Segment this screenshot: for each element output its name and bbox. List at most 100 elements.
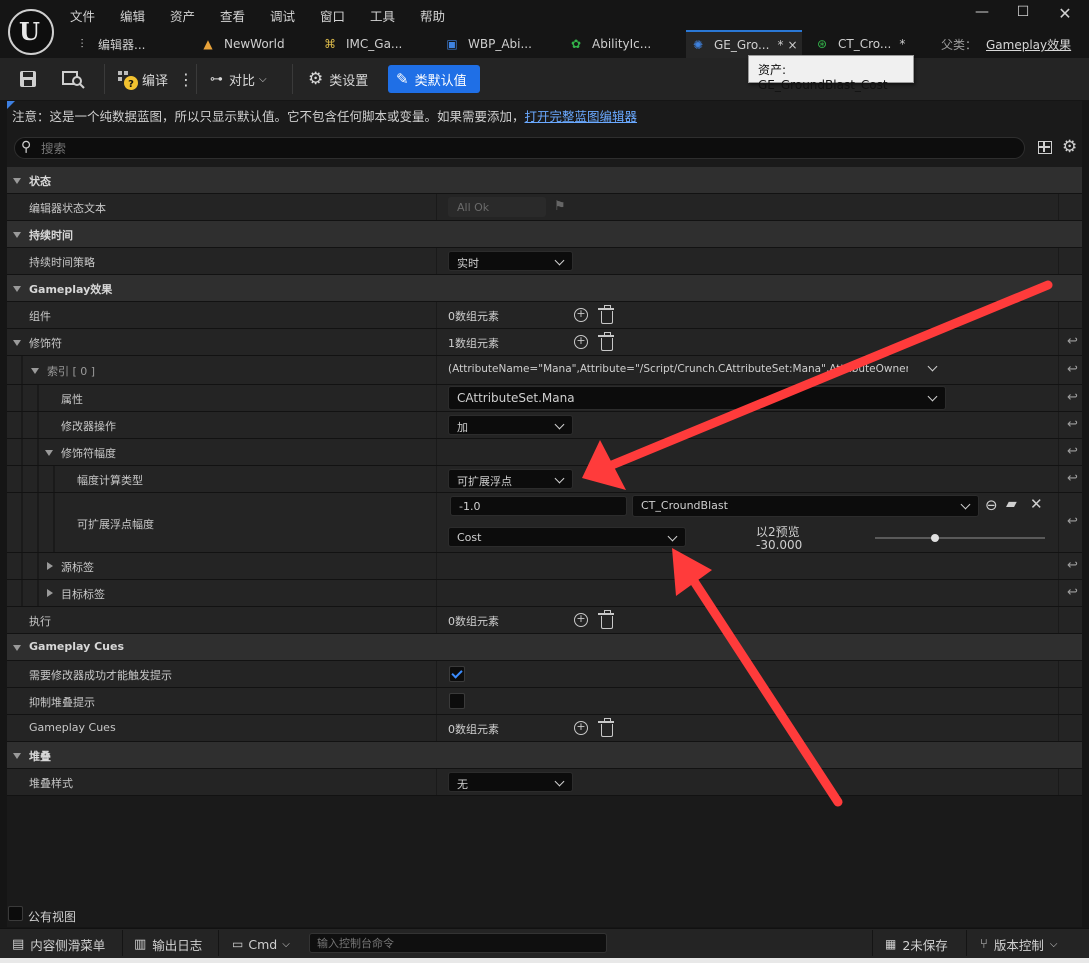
reset-to-default-icon[interactable]: ↩ <box>1067 585 1078 600</box>
class-settings-button[interactable]: ⚙ 类设置 <box>308 66 368 92</box>
curve-table-select[interactable]: CT_CroundBlast <box>632 495 979 517</box>
menu-view[interactable]: 查看 <box>220 6 245 25</box>
minimize-icon[interactable]: — <box>969 4 995 24</box>
table-view-icon[interactable] <box>1038 141 1052 154</box>
suppress-stacking-cues-checkbox[interactable] <box>449 693 465 709</box>
preview-slider-handle[interactable] <box>930 534 939 542</box>
chevron-down-icon[interactable] <box>927 361 938 372</box>
diff-button[interactable]: ⊶ 对比 ⌵ <box>210 66 267 92</box>
compile-options-icon[interactable]: ⋮ <box>178 66 194 92</box>
add-element-icon[interactable]: + <box>574 721 588 735</box>
content-drawer-button[interactable]: ▤ 内容侧滑菜单 <box>12 935 105 953</box>
reset-to-default-icon[interactable]: ↩ <box>1067 471 1078 486</box>
modifier-op-select[interactable]: 加 <box>448 415 573 435</box>
compile-button[interactable]: ? 编译 <box>116 66 168 92</box>
trash-icon[interactable] <box>598 610 614 629</box>
menu-file[interactable]: 文件 <box>70 6 95 25</box>
curve-table-icon: ⊛ <box>816 37 828 51</box>
maximize-icon[interactable]: ☐ <box>1010 4 1036 24</box>
tab-newworld[interactable]: ▲ NewWorld <box>196 30 312 58</box>
duration-policy-select[interactable]: 实时 <box>448 251 573 271</box>
stacking-type-select[interactable]: 无 <box>448 772 573 792</box>
collapse-arrow-icon[interactable] <box>13 178 21 184</box>
reset-to-default-icon[interactable]: ↩ <box>1067 417 1078 432</box>
trash-icon[interactable] <box>598 718 614 737</box>
prop-index-0: 索引 [ 0 ] (AttributeName="Mana",Attribute… <box>7 356 1082 385</box>
reset-to-default-icon[interactable]: ↩ <box>1067 558 1078 573</box>
menu-help[interactable]: 帮助 <box>420 6 445 25</box>
reset-to-default-icon[interactable]: ↩ <box>1067 444 1078 459</box>
preview-slider-track[interactable] <box>875 537 1045 539</box>
category-gameplay-effect[interactable]: Gameplay效果 <box>7 275 1082 302</box>
chevron-down-icon <box>554 255 565 266</box>
tab-abilityicon[interactable]: ✿ AbilityIc... <box>564 30 682 58</box>
browse-folder-icon[interactable]: ▰ <box>1006 496 1017 512</box>
scalable-value-field[interactable]: -1.0 <box>450 496 627 516</box>
tab-ct-groundblast[interactable]: ⊛ CT_Cro... * <box>810 30 910 58</box>
collapse-arrow-icon[interactable] <box>13 340 21 346</box>
menu-window[interactable]: 窗口 <box>320 6 345 25</box>
expand-arrow-icon[interactable] <box>47 562 53 570</box>
chevron-down-icon <box>667 531 678 542</box>
prop-editor-status-text: 编辑器状态文本 All Ok ⚑ <box>7 194 1082 221</box>
output-log-button[interactable]: ▥ 输出日志 <box>134 935 202 953</box>
attribute-select[interactable]: CAttributeSet.Mana <box>448 386 946 410</box>
public-view-checkbox[interactable] <box>8 906 23 921</box>
search-icon: ⚲ <box>21 139 32 155</box>
input-mapping-icon: ⌘ <box>324 37 336 51</box>
reset-to-default-icon[interactable]: ↩ <box>1067 514 1078 529</box>
sliders-icon: ⫶ <box>80 36 84 51</box>
tab-imc[interactable]: ⌘ IMC_Ga... <box>318 30 434 58</box>
reset-to-default-icon[interactable]: ↩ <box>1067 334 1078 349</box>
tab-wbp[interactable]: ▣ WBP_Abi... <box>440 30 558 58</box>
save-icon[interactable] <box>18 66 38 92</box>
tab-ge-groundblast[interactable]: ✺ GE_Gro... * × <box>686 30 802 58</box>
menu-edit[interactable]: 编辑 <box>120 6 145 25</box>
settings-gear-icon[interactable]: ⚙ <box>1062 137 1077 157</box>
trash-icon[interactable] <box>598 305 614 324</box>
collapse-arrow-icon[interactable] <box>45 450 53 456</box>
open-full-editor-link[interactable]: 打开完整蓝图编辑器 <box>525 109 638 124</box>
expand-arrow-icon[interactable] <box>47 589 53 597</box>
tab-editor-prefs[interactable]: ⫶ 编辑器... <box>70 30 190 58</box>
parent-class-link[interactable]: Gameplay效果 <box>986 36 1071 53</box>
category-status[interactable]: 状态 <box>7 167 1082 194</box>
collapse-arrow-icon[interactable] <box>13 645 21 651</box>
collapse-arrow-icon[interactable] <box>13 753 21 759</box>
add-element-icon[interactable]: + <box>574 308 588 322</box>
require-modifier-success-checkbox[interactable] <box>449 666 465 682</box>
use-selected-asset-icon[interactable]: ⊖ <box>985 496 998 514</box>
menu-tools[interactable]: 工具 <box>370 6 395 25</box>
menu-asset[interactable]: 资产 <box>170 6 195 25</box>
class-defaults-button[interactable]: ✎ 类默认值 <box>388 65 480 93</box>
category-duration[interactable]: 持续时间 <box>7 221 1082 248</box>
menu-debug[interactable]: 调试 <box>270 6 295 25</box>
collapse-arrow-icon[interactable] <box>13 232 21 238</box>
collapse-arrow-icon[interactable] <box>31 368 39 374</box>
trash-icon[interactable] <box>598 332 614 351</box>
prop-modifiers: 修饰符 1数组元素 + ↩ <box>7 329 1082 356</box>
prop-suppress-stacking-cues: 抑制堆叠提示 <box>7 688 1082 715</box>
add-element-icon[interactable]: + <box>574 613 588 627</box>
category-gameplay-cues[interactable]: Gameplay Cues <box>7 634 1082 661</box>
close-window-icon[interactable]: ✕ <box>1052 4 1078 24</box>
browse-asset-icon[interactable] <box>62 66 86 92</box>
reset-to-default-icon[interactable]: ↩ <box>1067 362 1078 377</box>
reset-to-default-icon[interactable]: ↩ <box>1067 390 1078 405</box>
magnitude-calc-type-select[interactable]: 可扩展浮点 <box>448 469 573 489</box>
chevron-down-icon: ⌵ <box>1049 938 1058 950</box>
unsaved-button[interactable]: ▦ 2未保存 <box>885 935 948 953</box>
curve-row-select[interactable]: Cost <box>448 527 686 547</box>
collapse-arrow-icon[interactable] <box>13 286 21 292</box>
clear-icon[interactable]: ✕ <box>1030 495 1043 513</box>
search-input[interactable] <box>41 140 1001 156</box>
cmd-button[interactable]: ▭ Cmd ⌵ <box>232 935 290 953</box>
prop-gameplay-cues: Gameplay Cues 0数组元素 + <box>7 715 1082 742</box>
source-control-button[interactable]: ⑂ 版本控制 ⌵ <box>980 935 1057 953</box>
close-tab-icon[interactable]: × <box>787 38 797 52</box>
edit-pencil-icon: ✎ <box>396 70 409 88</box>
add-element-icon[interactable]: + <box>574 335 588 349</box>
category-stacking[interactable]: 堆叠 <box>7 742 1082 769</box>
unreal-logo-icon[interactable]: U <box>8 9 54 55</box>
console-command-input[interactable] <box>309 933 607 953</box>
